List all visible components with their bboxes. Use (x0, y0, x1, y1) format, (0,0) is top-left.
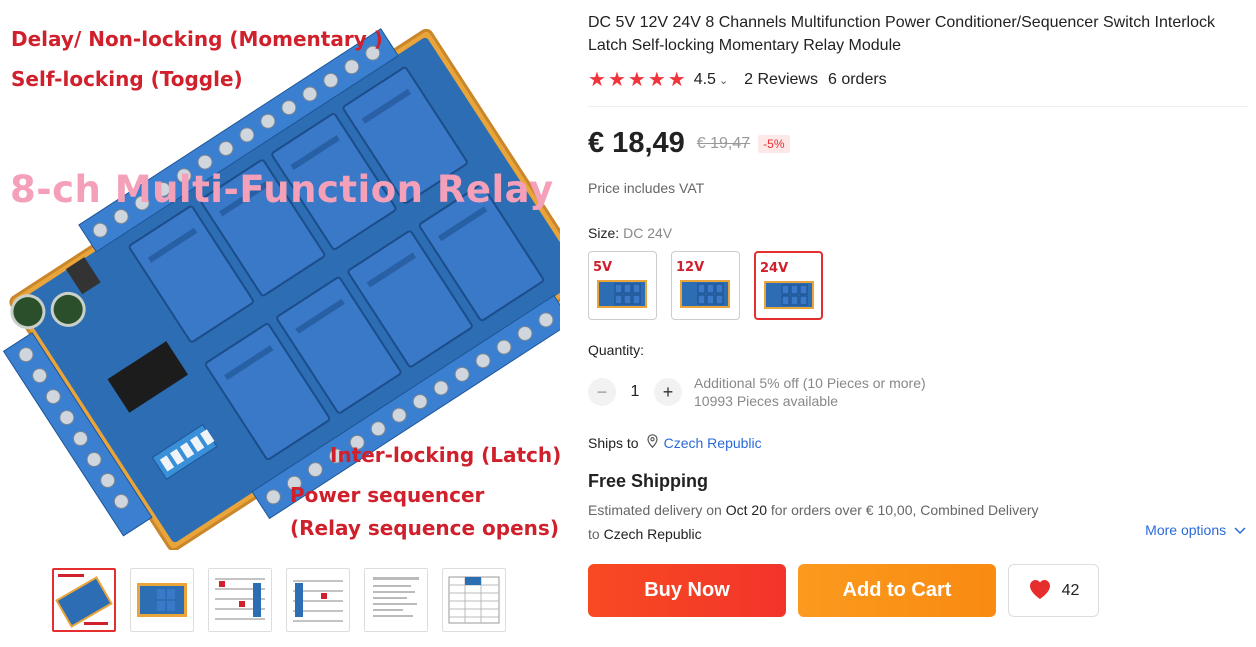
current-price: € 18,49 (588, 127, 685, 159)
quantity-note: Additional 5% off (10 Pieces or more) 10… (694, 374, 926, 410)
free-shipping-label: Free Shipping (588, 471, 709, 491)
orders-count: 6 orders (827, 71, 887, 88)
estimated-delivery: Estimated delivery on Oct 20 for orders … (588, 498, 1108, 546)
quantity-decrease-button[interactable]: − (588, 378, 616, 406)
thumbnail-strip (52, 568, 506, 632)
star-rating: ★ ★ ★ ★ ★ (588, 70, 686, 90)
thumbnail-2[interactable] (130, 568, 194, 632)
star-icon: ★ (627, 69, 646, 91)
more-options-label: More options (1145, 522, 1227, 538)
size-options: 5V 12V 24V (588, 251, 823, 320)
overlay-headline-text: 8-ch Multi-Function Relay (10, 168, 554, 211)
overlay-delay-text: Delay/ Non-locking (Momentary ) (11, 27, 383, 51)
thumbnail-3[interactable] (208, 568, 272, 632)
location-pin-icon (646, 434, 658, 451)
quantity-stepper: − 1 + Additional 5% off (10 Pieces or mo… (588, 374, 926, 410)
ships-to-row: Ships to Czech Republic (588, 434, 762, 451)
datasheet-thumb-icon (373, 577, 419, 617)
divider (588, 106, 1248, 107)
relay-board-icon (764, 281, 814, 309)
wishlist-button[interactable]: 42 (1008, 564, 1099, 617)
size-option-label: 24V (760, 261, 789, 276)
size-option-12v[interactable]: 12V (671, 251, 740, 320)
relay-board-thumb-icon (55, 574, 113, 628)
wiring-diagram-thumb-icon (293, 580, 343, 622)
stock-available: 10993 Pieces available (694, 393, 838, 409)
wishlist-count: 42 (1061, 581, 1080, 599)
size-label-text: Size: (588, 225, 620, 241)
relay-board-thumb-icon (137, 583, 187, 617)
buy-now-button[interactable]: Buy Now (588, 564, 786, 617)
overlay-sequencer-text: Power sequencer (290, 483, 485, 507)
thumbnail-4[interactable] (286, 568, 350, 632)
vat-note: Price includes VAT (588, 180, 705, 196)
rating-dropdown[interactable]: 4.5 ⌄ (694, 71, 728, 89)
reviews-link[interactable]: 2 Reviews (744, 71, 818, 89)
est-prefix: Estimated delivery on (588, 502, 722, 518)
star-icon: ★ (647, 69, 666, 91)
more-options-link[interactable]: More options (1145, 522, 1246, 538)
star-icon: ★ (607, 69, 626, 91)
size-option-label: 5V (593, 260, 613, 275)
size-label: Size: DC 24V (588, 225, 672, 241)
rating-row: ★ ★ ★ ★ ★ 4.5 ⌄ 2 Reviews 6 orders (588, 70, 887, 90)
relay-board-icon (597, 280, 647, 308)
overlay-sequence-opens-text: (Relay sequence opens) (290, 516, 559, 540)
thumbnail-6[interactable] (442, 568, 506, 632)
original-price: € 19,47 (696, 134, 751, 152)
chevron-down-icon: ⌄ (718, 75, 729, 87)
est-date: Oct 20 (725, 502, 767, 518)
est-to-country: Czech Republic (603, 526, 702, 542)
product-title: DC 5V 12V 24V 8 Channels Multifunction P… (588, 14, 1215, 54)
thumbnail-1[interactable] (52, 568, 116, 632)
chevron-down-icon (1234, 522, 1246, 538)
quantity-increase-button[interactable]: + (654, 378, 682, 406)
ship-country-link[interactable]: Czech Republic (664, 435, 762, 451)
overlay-selflocking-text: Self-locking (Toggle) (11, 67, 243, 91)
thumbnail-5[interactable] (364, 568, 428, 632)
ships-to-label: Ships to (588, 434, 639, 451)
heart-icon (1028, 578, 1052, 604)
add-to-cart-button[interactable]: Add to Cart (798, 564, 996, 617)
discount-badge: -5% (758, 134, 790, 153)
rating-value: 4.5 (693, 71, 716, 88)
overlay-interlocking-text: Inter-locking (Latch) (330, 443, 560, 467)
est-suffix: for orders over € 10,00, Combined Delive… (770, 502, 1039, 518)
star-icon: ★ (667, 69, 686, 91)
size-option-5v[interactable]: 5V (588, 251, 657, 320)
price-row: € 18,49 € 19,47 -5% (588, 127, 790, 160)
size-option-label: 12V (676, 260, 705, 275)
star-icon: ★ (588, 69, 606, 91)
bulk-discount-note: Additional 5% off (10 Pieces or more) (694, 375, 926, 391)
action-buttons: Buy Now Add to Cart 42 (588, 564, 1099, 617)
size-option-24v[interactable]: 24V (754, 251, 823, 320)
quantity-label: Quantity: (588, 342, 645, 358)
est-to-label: to (588, 526, 600, 542)
wiring-diagram-thumb-icon (215, 578, 265, 620)
size-selected-value: DC 24V (623, 225, 673, 241)
table-thumb-icon (448, 576, 500, 624)
product-main-image[interactable]: Delay/ Non-locking (Momentary ) Self-loc… (0, 0, 560, 550)
quantity-value[interactable]: 1 (616, 383, 654, 401)
relay-board-icon (680, 280, 730, 308)
